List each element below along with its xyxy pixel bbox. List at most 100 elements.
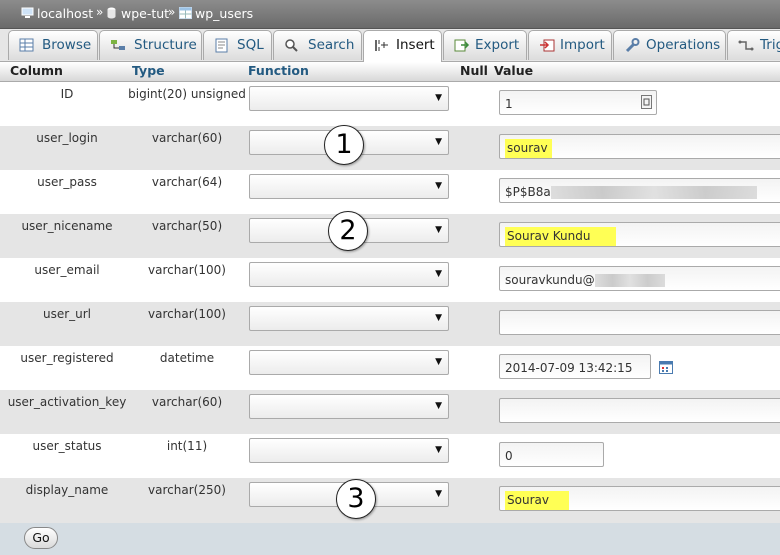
table-row: ID bigint(20) unsigned ▼ 1: [0, 82, 780, 126]
tab-triggers[interactable]: Trig: [727, 30, 780, 60]
breadcrumb-table[interactable]: wp_users: [195, 6, 253, 21]
export-icon: [454, 39, 470, 52]
breadcrumb-separator: »: [168, 5, 176, 19]
value-input[interactable]: Sourav Kundu: [499, 222, 780, 247]
tab-label: Structure: [134, 37, 197, 53]
dropdown-arrow-icon: ▼: [435, 137, 442, 147]
tab-label: Trig: [760, 37, 780, 53]
column-name: user_login: [36, 131, 98, 145]
tab-label: Insert: [396, 37, 435, 53]
value-input[interactable]: [499, 310, 780, 335]
spinner-icon[interactable]: [641, 95, 652, 109]
tab-label: SQL: [237, 37, 264, 53]
column-type: varchar(60): [151, 131, 223, 145]
column-name: user_registered: [20, 351, 114, 365]
value-input[interactable]: 2014-07-09 13:42:15: [499, 354, 651, 379]
dropdown-arrow-icon: ▼: [435, 401, 442, 411]
table-row: display_name varchar(250) ▼ Sourav: [0, 478, 780, 523]
tab-import[interactable]: Import: [528, 30, 612, 60]
dropdown-arrow-icon: ▼: [435, 445, 442, 455]
browse-icon: [19, 38, 34, 52]
table-row: user_login varchar(60) ▼ sourav: [0, 126, 780, 170]
tab-browse[interactable]: Browse: [8, 30, 98, 60]
go-button[interactable]: Go: [24, 527, 58, 549]
dropdown-arrow-icon: ▼: [435, 269, 442, 279]
tab-export[interactable]: Export: [443, 30, 527, 60]
breadcrumb: localhost » wpe-tut » wp_users: [0, 0, 780, 29]
dropdown-arrow-icon: ▼: [435, 357, 442, 367]
function-select[interactable]: ▼: [249, 306, 449, 331]
column-name: ID: [60, 87, 74, 101]
function-select[interactable]: ▼: [249, 350, 449, 375]
value-text: 1: [505, 97, 513, 111]
column-name: user_pass: [37, 175, 97, 189]
column-type: varchar(250): [148, 483, 226, 497]
column-type: varchar(100): [148, 263, 226, 277]
value-input[interactable]: 1: [499, 90, 657, 115]
column-type: varchar(50): [151, 219, 223, 233]
column-name: display_name: [25, 483, 109, 497]
value-input[interactable]: sourav: [499, 134, 780, 159]
wrench-icon: [625, 38, 640, 53]
insert-icon: [375, 40, 388, 51]
dropdown-arrow-icon: ▼: [435, 489, 442, 499]
breadcrumb-server[interactable]: localhost: [37, 6, 93, 21]
value-text: 2014-07-09 13:42:15: [505, 361, 633, 375]
value-input[interactable]: 0: [499, 442, 604, 467]
tab-operations[interactable]: Operations: [613, 30, 726, 60]
header-type[interactable]: Type: [132, 63, 165, 78]
dropdown-arrow-icon: ▼: [435, 313, 442, 323]
value-text: $P$B8a: [505, 185, 551, 199]
value-input[interactable]: Sourav: [499, 486, 780, 511]
tab-structure[interactable]: Structure: [99, 30, 202, 60]
value-input[interactable]: $P$B8a: [499, 178, 780, 203]
header-function[interactable]: Function: [248, 63, 309, 78]
column-name: user_nicename: [21, 219, 113, 233]
breadcrumb-separator: »: [96, 5, 104, 19]
function-select[interactable]: ▼: [249, 394, 449, 419]
table-row: user_email varchar(100) ▼ souravkundu@: [0, 258, 780, 302]
dropdown-arrow-icon: ▼: [435, 225, 442, 235]
value-text: 0: [505, 449, 513, 463]
column-name: user_activation_key: [7, 395, 127, 409]
redacted-blur: [550, 186, 757, 199]
table-row: user_registered datetime ▼ 2014-07-09 13…: [0, 346, 780, 390]
value-text: souravkundu@: [505, 273, 595, 287]
sql-icon: [215, 38, 228, 53]
value-input[interactable]: souravkundu@: [499, 266, 780, 291]
breadcrumb-database[interactable]: wpe-tut: [121, 6, 169, 21]
search-icon: [285, 39, 298, 52]
calendar-icon[interactable]: [659, 360, 673, 374]
table-header: Column Type Function Null Value: [0, 62, 780, 82]
value-text: Sourav Kundu: [505, 227, 617, 246]
column-name: user_url: [42, 307, 92, 321]
value-input[interactable]: [499, 398, 780, 423]
tab-search[interactable]: Search: [273, 30, 362, 60]
function-select[interactable]: ▼: [249, 86, 449, 111]
column-type: int(11): [166, 439, 208, 453]
annotation-badge-2: 2: [328, 211, 368, 251]
tab-label: Browse: [42, 37, 92, 53]
database-icon: [107, 7, 116, 19]
table-row: user_url varchar(100) ▼: [0, 302, 780, 346]
table-row: user_activation_key varchar(60) ▼: [0, 390, 780, 434]
triggers-icon: [738, 40, 754, 51]
column-name: user_status: [32, 439, 102, 453]
table-row: user_nicename varchar(50) ▼ Sourav Kundu: [0, 214, 780, 258]
column-type: varchar(100): [148, 307, 226, 321]
function-select[interactable]: ▼: [249, 174, 449, 199]
tab-insert[interactable]: Insert: [363, 30, 442, 62]
header-column: Column: [10, 63, 63, 78]
column-type: varchar(60): [151, 395, 223, 409]
function-select[interactable]: ▼: [249, 438, 449, 463]
tab-bar: Browse Structure SQL Search Insert Expor…: [0, 29, 780, 62]
tab-label: Import: [560, 37, 605, 53]
header-null: Null: [460, 63, 488, 78]
column-name: user_email: [34, 263, 100, 277]
dropdown-arrow-icon: ▼: [435, 181, 442, 191]
table-row: user_pass varchar(64) ▼ $P$B8a: [0, 170, 780, 214]
function-select[interactable]: ▼: [249, 262, 449, 287]
tab-sql[interactable]: SQL: [203, 30, 272, 60]
server-icon: [21, 7, 34, 18]
annotation-badge-3: 3: [336, 479, 376, 519]
